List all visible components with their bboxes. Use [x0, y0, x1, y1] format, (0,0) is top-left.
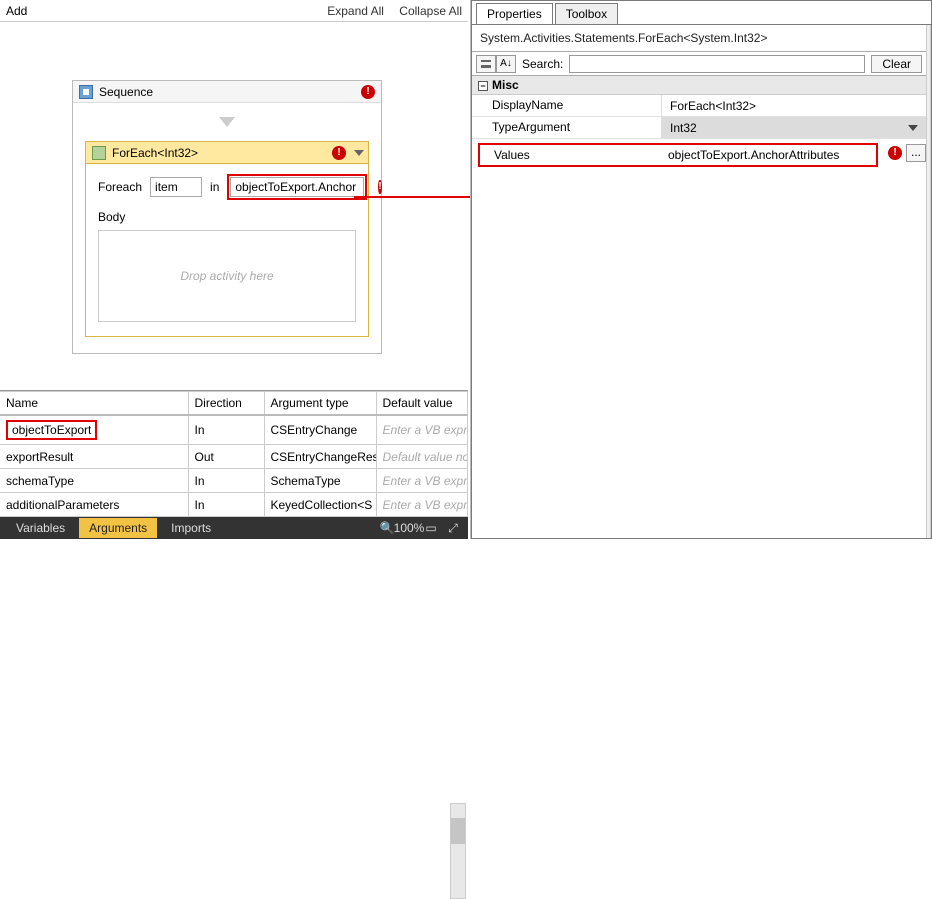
- loop-variable-input[interactable]: [150, 177, 202, 197]
- tab-properties[interactable]: Properties: [476, 3, 553, 24]
- prop-typeargument[interactable]: TypeArgument Int32: [472, 117, 926, 139]
- cell-default[interactable]: Default value not su: [376, 445, 468, 469]
- properties-panel: Properties Toolbox System.Activities.Sta…: [470, 0, 932, 539]
- in-label: in: [210, 180, 219, 194]
- categorize-button[interactable]: [476, 55, 496, 73]
- table-row[interactable]: schemaTypeInSchemaTypeEnter a VB express: [0, 469, 468, 493]
- prop-key: TypeArgument: [472, 117, 662, 138]
- sequence-header[interactable]: Sequence !: [73, 81, 381, 103]
- col-direction[interactable]: Direction: [188, 391, 264, 415]
- collection-input-highlight: [227, 174, 367, 200]
- cell-direction[interactable]: In: [188, 415, 264, 445]
- collapse-toggle-icon[interactable]: −: [478, 81, 488, 91]
- fit-icon[interactable]: ⤢: [444, 519, 462, 537]
- search-label: Search:: [522, 57, 563, 71]
- prop-key: Values: [480, 145, 660, 165]
- error-icon[interactable]: !: [332, 146, 346, 160]
- designer-canvas[interactable]: Sequence ! ForEach<Int32> ! Foreach: [0, 22, 468, 390]
- expression-editor-button[interactable]: ...: [906, 144, 926, 162]
- tab-imports[interactable]: Imports: [161, 518, 221, 538]
- prop-key: DisplayName: [472, 95, 662, 116]
- tab-toolbox[interactable]: Toolbox: [555, 3, 618, 24]
- designer-toolbar: Add Expand All Collapse All: [0, 0, 468, 22]
- arguments-grid[interactable]: Name Direction Argument type Default val…: [0, 390, 468, 518]
- overview-icon[interactable]: ▭: [422, 519, 440, 537]
- collapse-icon[interactable]: [354, 150, 364, 156]
- cell-default[interactable]: Enter a VB express: [376, 469, 468, 493]
- body-drop-zone[interactable]: Drop activity here: [98, 230, 356, 322]
- cell-name[interactable]: schemaType: [0, 469, 188, 493]
- expand-all-link[interactable]: Expand All: [327, 4, 384, 18]
- cell-direction[interactable]: Out: [188, 445, 264, 469]
- cell-name[interactable]: exportResult: [0, 445, 188, 469]
- cell-name[interactable]: objectToExport: [0, 415, 188, 445]
- combo-value: Int32: [670, 121, 697, 135]
- col-default[interactable]: Default value: [376, 391, 468, 415]
- cell-name[interactable]: additionalParameters: [0, 493, 188, 517]
- zoom-level[interactable]: 100%: [400, 519, 418, 537]
- collection-expression-input[interactable]: [230, 177, 364, 197]
- col-type[interactable]: Argument type: [264, 391, 376, 415]
- add-link[interactable]: Add: [6, 4, 27, 18]
- body-label: Body: [98, 210, 356, 224]
- right-tabstrip: Properties Toolbox: [472, 1, 931, 25]
- collapse-all-link[interactable]: Collapse All: [399, 4, 462, 18]
- tab-arguments[interactable]: Arguments: [79, 518, 157, 538]
- sort-alpha-button[interactable]: A↓: [496, 55, 516, 73]
- selected-type-path: System.Activities.Statements.ForEach<Sys…: [472, 25, 926, 52]
- bottom-tabbar: Variables Arguments Imports 🔍 100% ▭ ⤢: [0, 517, 468, 539]
- col-name[interactable]: Name: [0, 391, 188, 415]
- property-search-bar: A↓ Search: Clear: [472, 52, 926, 76]
- prop-displayname[interactable]: DisplayName ForEach<Int32>: [472, 95, 926, 117]
- sequence-title: Sequence: [99, 85, 153, 99]
- sequence-activity[interactable]: Sequence ! ForEach<Int32> ! Foreach: [72, 80, 382, 354]
- cell-direction[interactable]: In: [188, 469, 264, 493]
- table-row[interactable]: exportResultOutCSEntryChangeResDefault v…: [0, 445, 468, 469]
- splitter[interactable]: [926, 25, 931, 538]
- designer-panel: Add Expand All Collapse All Sequence ! F…: [0, 0, 468, 539]
- drop-hint: Drop activity here: [180, 269, 273, 283]
- cell-type[interactable]: SchemaType: [264, 469, 376, 493]
- prop-value[interactable]: objectToExport.AnchorAttributes: [660, 145, 876, 165]
- scrollbar[interactable]: [450, 803, 466, 899]
- foreach-title: ForEach<Int32>: [112, 146, 198, 160]
- error-icon[interactable]: !: [888, 146, 902, 160]
- cell-type[interactable]: CSEntryChangeRes: [264, 445, 376, 469]
- misc-label: Misc: [492, 78, 519, 92]
- table-row[interactable]: objectToExportInCSEntryChangeEnter a VB …: [0, 415, 468, 445]
- prop-value[interactable]: ForEach<Int32>: [662, 95, 926, 116]
- annotation-arrow: [354, 196, 482, 198]
- cell-default[interactable]: Enter a VB express: [376, 415, 468, 445]
- scrollbar-thumb[interactable]: [451, 818, 465, 844]
- error-icon[interactable]: !: [361, 85, 375, 99]
- tab-variables[interactable]: Variables: [6, 518, 75, 538]
- cell-direction[interactable]: In: [188, 493, 264, 517]
- table-row[interactable]: additionalParametersInKeyedCollection<SE…: [0, 493, 468, 517]
- clear-search-button[interactable]: Clear: [871, 55, 922, 73]
- dropdown-icon[interactable]: [908, 125, 918, 131]
- category-misc[interactable]: −Misc: [472, 76, 926, 95]
- cell-type[interactable]: KeyedCollection<S: [264, 493, 376, 517]
- drop-indicator-icon: [219, 117, 235, 127]
- foreach-label: Foreach: [98, 180, 142, 194]
- error-icon[interactable]: !: [378, 180, 381, 194]
- foreach-icon: [92, 146, 106, 160]
- prop-values-highlight[interactable]: Values objectToExport.AnchorAttributes: [478, 143, 878, 167]
- foreach-header[interactable]: ForEach<Int32> !: [86, 142, 368, 164]
- sequence-icon: [79, 85, 93, 99]
- cell-default[interactable]: Enter a VB express: [376, 493, 468, 517]
- property-search-input[interactable]: [569, 55, 865, 73]
- cell-type[interactable]: CSEntryChange: [264, 415, 376, 445]
- grid-header-row: Name Direction Argument type Default val…: [0, 391, 468, 415]
- prop-value-combo[interactable]: Int32: [662, 117, 926, 138]
- foreach-activity[interactable]: ForEach<Int32> ! Foreach in !: [85, 141, 369, 337]
